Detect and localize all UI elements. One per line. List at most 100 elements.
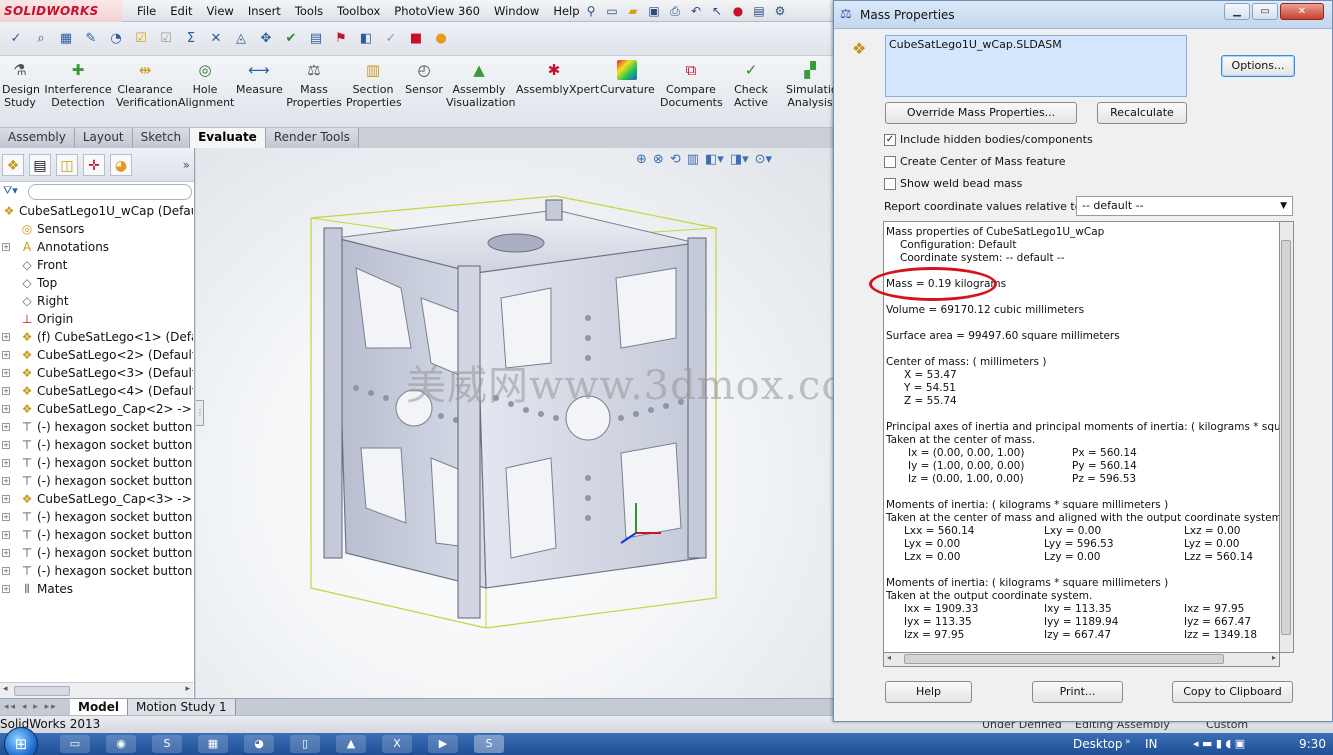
open-folder-icon[interactable]: ▰ <box>624 2 642 20</box>
mass-properties-button[interactable]: ⚖ Mass Properties <box>286 60 342 109</box>
video-player-icon[interactable]: ▶ <box>428 735 458 753</box>
tree-filter-input[interactable] <box>28 184 192 200</box>
tree-item[interactable]: ◇ Front <box>0 256 193 274</box>
feature-tree-tab-icon[interactable]: ❖ <box>2 153 24 176</box>
properties-icon[interactable]: ▤ <box>306 29 326 49</box>
expand-toggle-icon[interactable]: + <box>2 513 10 521</box>
scroll-left-icon[interactable]: ◂ <box>3 684 8 694</box>
circle-check-icon[interactable]: ✓ <box>381 29 401 49</box>
close-button[interactable]: ✕ <box>1280 3 1324 20</box>
clock[interactable]: 9:30 <box>1299 737 1326 751</box>
simulation-analysis-button[interactable]: ▞ Simulation Analysis <box>786 60 845 109</box>
tree-item[interactable]: + ❖ (f) CubeSatLego<1> (Default< <box>0 328 193 346</box>
check-icon[interactable]: ✔ <box>281 29 301 49</box>
expand-toggle-icon[interactable]: + <box>2 495 10 503</box>
checkbox-icon[interactable]: ☑ <box>131 29 151 49</box>
scroll-thumb[interactable] <box>1281 240 1291 635</box>
tab-model[interactable]: Model <box>70 699 129 715</box>
interference-detection-button[interactable]: ✚ Interference Detection <box>44 60 112 109</box>
expand-toggle-icon[interactable]: + <box>2 351 10 359</box>
menu-toolbox[interactable]: Toolbox <box>330 0 387 22</box>
tree-item[interactable]: ◇ Right <box>0 292 193 310</box>
color-square-icon[interactable]: ■ <box>406 29 426 49</box>
tree-item[interactable]: + ⊤ (-) hexagon socket button hea <box>0 562 193 580</box>
scroll-right-icon[interactable]: ▸ <box>1272 653 1276 662</box>
tree-item[interactable]: ◇ Top <box>0 274 193 292</box>
document-icon[interactable]: ▯ <box>290 735 320 753</box>
tab-navigation-arrows[interactable]: ◂◂ ◂ ▸ ▸▸ <box>0 699 70 715</box>
scroll-left-icon[interactable]: ◂ <box>887 653 891 662</box>
print-button[interactable]: Print... <box>1032 681 1123 703</box>
select-cursor-icon[interactable]: ↖ <box>708 2 726 20</box>
check-active-button[interactable]: ✓ Check Active <box>726 60 776 109</box>
options-button[interactable]: Options... <box>1221 55 1295 77</box>
interference-icon[interactable]: ✕ <box>206 29 226 49</box>
dimxpert-tab-icon[interactable]: ✛ <box>83 153 105 176</box>
tab-motion-study[interactable]: Motion Study 1 <box>128 699 236 715</box>
tree-item[interactable]: + ⊤ (-) hexagon socket button hea <box>0 436 193 454</box>
tree-item[interactable]: + ❖ CubeSatLego<2> (Default<<I <box>0 346 193 364</box>
scroll-right-icon[interactable]: ▸ <box>185 684 190 694</box>
menu-tools[interactable]: Tools <box>288 0 330 22</box>
tree-item[interactable]: ◎ Sensors <box>0 220 193 238</box>
tree-item[interactable]: + ❖ CubeSatLego_Cap<2> -> (De <box>0 400 193 418</box>
flag-icon[interactable]: ⚑ <box>331 29 351 49</box>
sensor-button[interactable]: ◴ Sensor <box>404 60 444 96</box>
chevron-right-icon[interactable]: » <box>1125 737 1131 747</box>
tree-item[interactable]: + ⊤ (-) hexagon socket button hea <box>0 508 193 526</box>
expand-toggle-icon[interactable]: + <box>2 243 10 251</box>
results-horizontal-scrollbar[interactable]: ◂ ▸ <box>883 653 1280 667</box>
print-icon[interactable]: ⎙ <box>666 2 684 20</box>
tab-sketch[interactable]: Sketch <box>132 128 191 148</box>
media-player-icon[interactable]: ◉ <box>106 735 136 753</box>
expand-toggle-icon[interactable]: + <box>2 549 10 557</box>
language-indicator[interactable]: IN <box>1145 737 1158 751</box>
dialog-title-bar[interactable]: ⚖ Mass Properties ▁ ▭ ✕ <box>834 1 1332 29</box>
hole-alignment-button[interactable]: ◎ Hole Alignment <box>178 60 234 109</box>
checkbox-box[interactable] <box>884 156 896 168</box>
expand-toggle-icon[interactable]: + <box>2 333 10 341</box>
tab-assembly[interactable]: Assembly <box>0 128 75 148</box>
scroll-thumb[interactable] <box>904 654 1224 664</box>
expand-toggle-icon[interactable]: + <box>2 441 10 449</box>
menu-window[interactable]: Window <box>487 0 546 22</box>
filter-icon[interactable]: ⛛▾ <box>3 184 18 198</box>
new-document-icon[interactable]: ▭ <box>603 2 621 20</box>
checkbox-box[interactable]: ✓ <box>884 134 896 146</box>
recalculate-button[interactable]: Recalculate <box>1097 102 1187 124</box>
expand-toggle-icon[interactable]: + <box>2 477 10 485</box>
help-button[interactable]: Help <box>885 681 972 703</box>
excel-icon[interactable]: X <box>382 735 412 753</box>
design-study-button[interactable]: ⚗ Design Study <box>2 60 40 109</box>
display-manager-tab-icon[interactable]: ◕ <box>110 153 132 176</box>
expand-toggle-icon[interactable]: + <box>2 423 10 431</box>
save-icon[interactable]: ▣ <box>645 2 663 20</box>
menu-file[interactable]: File <box>130 0 163 22</box>
render-icon[interactable]: ◔ <box>106 29 126 49</box>
scroll-thumb[interactable] <box>14 686 70 696</box>
rebuild-traffic-light-icon[interactable]: ● <box>729 2 747 20</box>
sum-icon[interactable]: Σ <box>181 29 201 49</box>
solidworks-active-icon[interactable]: S <box>474 735 504 753</box>
override-mass-properties-button[interactable]: Override Mass Properties... <box>885 102 1077 124</box>
tray-icons[interactable]: ◂ ▬ ▮ ◖ ▣ <box>1193 737 1245 750</box>
tab-evaluate[interactable]: Evaluate <box>190 128 266 148</box>
tree-item[interactable]: + ❖ CubeSatLego<3> (Default<<I <box>0 364 193 382</box>
expand-toggle-icon[interactable]: + <box>2 405 10 413</box>
graphics-viewport[interactable]: ⊕ ⊗ ⟲ ▥ ◧▾ ◨▾ ⊙▾ 美威网www.3dmox.co ⋮ <box>196 148 835 698</box>
compare-documents-button[interactable]: ⧉ Compare Documents <box>660 60 723 109</box>
expand-toggle-icon[interactable]: + <box>2 387 10 395</box>
pin-icon[interactable]: ⚲ <box>582 2 600 20</box>
assemblyxpert-button[interactable]: ✱ AssemblyXpert <box>516 60 599 96</box>
cubesat-model[interactable] <box>196 148 835 698</box>
clearance-verification-button[interactable]: ⇹ Clearance Verification <box>116 60 178 109</box>
curvature-button[interactable]: Curvature <box>600 60 655 96</box>
app-grid-icon[interactable]: ▦ <box>198 735 228 753</box>
expand-toggle-icon[interactable]: + <box>2 369 10 377</box>
tree-item[interactable]: + ⊤ (-) hexagon socket button hea <box>0 544 193 562</box>
expand-toggle-icon[interactable]: + <box>2 459 10 467</box>
section-icon[interactable]: ◬ <box>231 29 251 49</box>
checkbox-box[interactable] <box>884 178 896 190</box>
appearance-ball-icon[interactable]: ● <box>431 29 451 49</box>
collapse-panel-handle[interactable]: ⋮ <box>196 400 204 426</box>
